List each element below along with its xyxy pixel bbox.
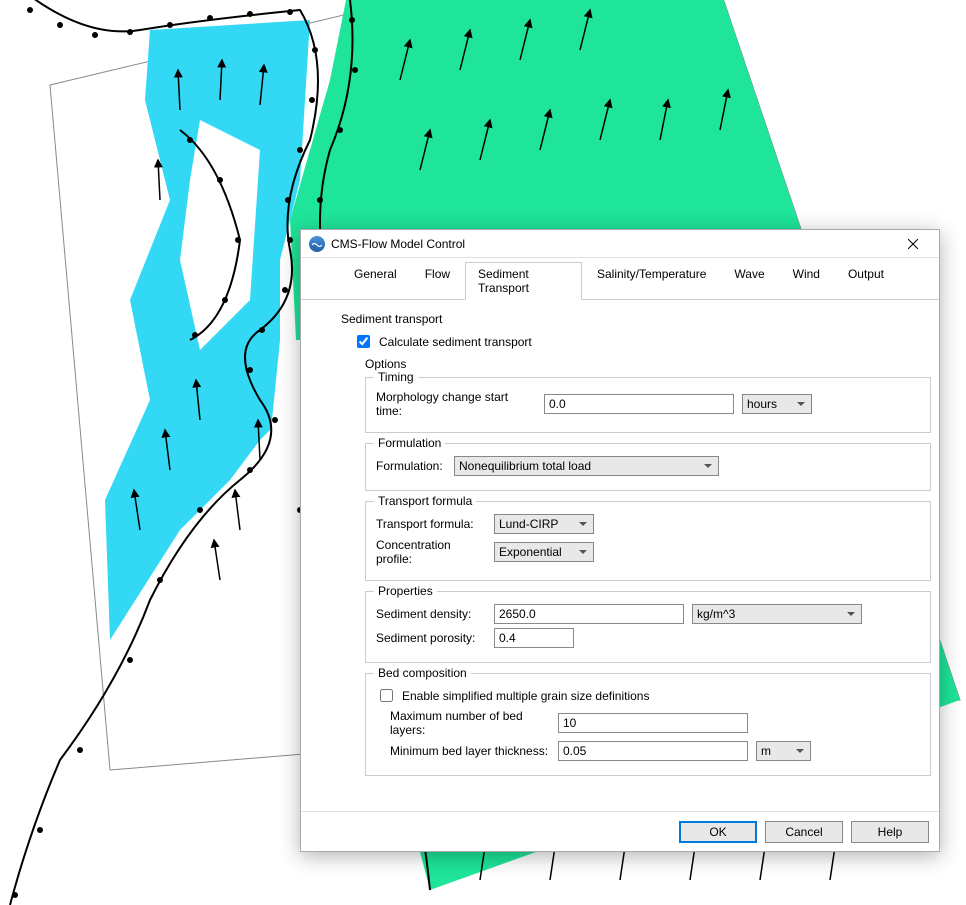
properties-fieldset: Properties Sediment density: kg/m^3 Sedi…: [365, 591, 931, 663]
tab-wind[interactable]: Wind: [780, 262, 833, 299]
sediment-density-input[interactable]: [494, 604, 684, 624]
model-control-dialog: CMS-Flow Model Control General Flow Sedi…: [300, 229, 940, 852]
transport-formula-select[interactable]: Lund-CIRP: [494, 514, 594, 534]
properties-legend: Properties: [374, 584, 437, 598]
ok-button[interactable]: OK: [679, 821, 757, 843]
min-bed-thickness-input[interactable]: [558, 741, 748, 761]
max-bed-layers-label: Maximum number of bed layers:: [390, 709, 550, 737]
formulation-legend: Formulation: [374, 436, 445, 450]
calculate-sediment-label: Calculate sediment transport: [379, 335, 532, 349]
bed-legend: Bed composition: [374, 666, 471, 680]
tab-salinity-temperature[interactable]: Salinity/Temperature: [584, 262, 719, 299]
sediment-density-label: Sediment density:: [376, 607, 486, 621]
concentration-profile-select[interactable]: Exponential: [494, 542, 594, 562]
formulation-select[interactable]: Nonequilibrium total load: [454, 456, 719, 476]
transport-formula-fieldset: Transport formula Transport formula: Lun…: [365, 501, 931, 581]
dialog-title: CMS-Flow Model Control: [331, 237, 893, 251]
calculate-sediment-checkbox[interactable]: [357, 335, 370, 348]
titlebar: CMS-Flow Model Control: [301, 230, 939, 258]
bed-composition-fieldset: Bed composition Enable simplified multip…: [365, 673, 931, 776]
min-bed-thickness-label: Minimum bed layer thickness:: [390, 744, 550, 758]
min-bed-thickness-units-select[interactable]: m: [756, 741, 811, 761]
morph-start-input[interactable]: [544, 394, 734, 414]
morph-start-units-select[interactable]: hours: [742, 394, 812, 414]
dialog-footer: OK Cancel Help: [301, 811, 939, 851]
app-icon: [309, 236, 325, 252]
formulation-fieldset: Formulation Formulation: Nonequilibrium …: [365, 443, 931, 491]
cancel-button[interactable]: Cancel: [765, 821, 843, 843]
enable-grain-size-label: Enable simplified multiple grain size de…: [402, 689, 649, 703]
tab-general[interactable]: General: [341, 262, 410, 299]
tab-output[interactable]: Output: [835, 262, 897, 299]
sediment-density-units-select[interactable]: kg/m^3: [692, 604, 862, 624]
enable-grain-size-checkbox[interactable]: [380, 689, 393, 702]
timing-legend: Timing: [374, 370, 418, 384]
sediment-porosity-label: Sediment porosity:: [376, 631, 486, 645]
tab-flow[interactable]: Flow: [412, 262, 463, 299]
options-title: Options: [365, 357, 931, 371]
sediment-porosity-input[interactable]: [494, 628, 574, 648]
tab-sediment-transport[interactable]: Sediment Transport: [465, 262, 582, 300]
concentration-profile-label: Concentration profile:: [376, 538, 486, 566]
tab-bar: General Flow Sediment Transport Salinity…: [301, 258, 939, 300]
dialog-content[interactable]: Sediment transport Calculate sediment tr…: [301, 300, 939, 811]
close-icon: [908, 239, 918, 249]
formulation-label: Formulation:: [376, 459, 446, 473]
section-title: Sediment transport: [341, 312, 931, 326]
morph-start-label: Morphology change start time:: [376, 390, 536, 418]
max-bed-layers-input[interactable]: [558, 713, 748, 733]
tab-wave[interactable]: Wave: [721, 262, 777, 299]
timing-fieldset: Timing Morphology change start time: hou…: [365, 377, 931, 433]
close-button[interactable]: [893, 232, 933, 256]
transport-formula-label: Transport formula:: [376, 517, 486, 531]
transport-legend: Transport formula: [374, 494, 476, 508]
help-button[interactable]: Help: [851, 821, 929, 843]
